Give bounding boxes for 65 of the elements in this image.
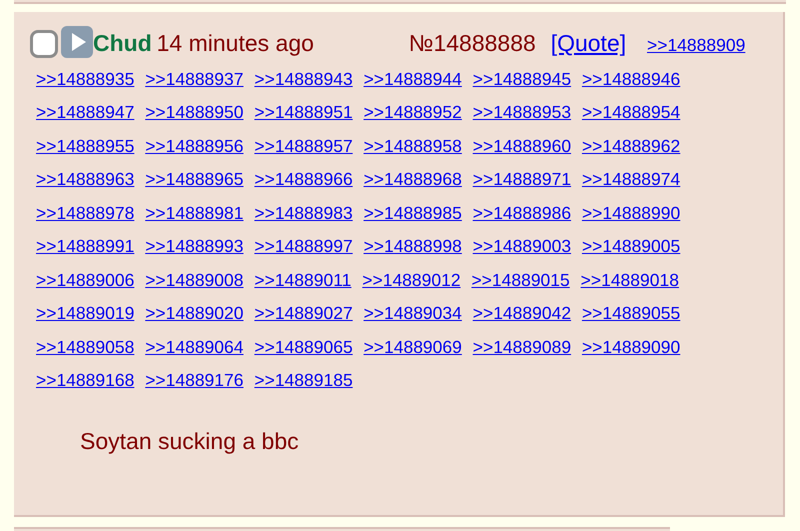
- reply-link[interactable]: >>14888991: [36, 236, 134, 256]
- reply-link[interactable]: >>14889064: [145, 336, 244, 356]
- reply-link[interactable]: >>14888960: [472, 136, 572, 156]
- reply-link[interactable]: >>14889089: [472, 336, 572, 356]
- reply-link[interactable]: >>14889168: [36, 370, 134, 390]
- reply-link[interactable]: >>14889058: [36, 336, 134, 356]
- reply-link[interactable]: >>14888981: [145, 202, 244, 222]
- post-message: Soytan sucking a bbc: [80, 428, 300, 454]
- reply-link[interactable]: >>14888993: [145, 236, 244, 256]
- reply-link[interactable]: >>14888952: [364, 102, 462, 122]
- play-icon[interactable]: [61, 26, 93, 58]
- reply-link[interactable]: >>14888943: [254, 68, 353, 88]
- poster-name: Chud: [93, 30, 152, 56]
- reply-link[interactable]: >>14888955: [36, 136, 134, 156]
- reply-link[interactable]: >>14888974: [582, 169, 680, 189]
- reply-link[interactable]: >>14888956: [145, 136, 244, 156]
- reply-link[interactable]: >>14888978: [36, 202, 134, 222]
- reply-link[interactable]: >>14889185: [254, 370, 353, 390]
- reply-link[interactable]: >>14889012: [362, 270, 461, 290]
- reply-link[interactable]: >>14888971: [472, 169, 572, 189]
- reply-link[interactable]: >>14888958: [364, 136, 462, 156]
- reply-link[interactable]: >>14888957: [254, 136, 353, 156]
- post-number: №14888888: [408, 30, 536, 56]
- checkbox[interactable]: [30, 30, 58, 58]
- reply-link[interactable]: >>14888951: [254, 102, 353, 122]
- reply-link[interactable]: >>14888990: [582, 202, 680, 222]
- reply-link[interactable]: >>14888998: [364, 236, 462, 256]
- reply-link[interactable]: >>14888962: [582, 136, 680, 156]
- reply-link[interactable]: >>14889042: [472, 303, 572, 323]
- post-time: 14 minutes ago: [156, 30, 314, 56]
- reply-link[interactable]: >>14889011: [254, 270, 352, 290]
- reply-link[interactable]: >>14889176: [145, 370, 244, 390]
- reply-link[interactable]: >>14888909: [647, 35, 746, 55]
- reply-link[interactable]: >>14889006: [36, 270, 134, 290]
- reply-link[interactable]: >>14888950: [145, 102, 244, 122]
- reply-link[interactable]: >>14888965: [145, 169, 244, 189]
- reply-link[interactable]: >>14888946: [582, 68, 680, 88]
- reply-link[interactable]: >>14889008: [145, 270, 244, 290]
- reply-link[interactable]: >>14888953: [472, 102, 572, 122]
- reply-link[interactable]: >>14889003: [472, 236, 572, 256]
- reply-link[interactable]: >>14889027: [254, 303, 353, 323]
- reply-link[interactable]: >>14889018: [580, 270, 679, 290]
- reply-link[interactable]: >>14889055: [582, 303, 680, 323]
- reply-link[interactable]: >>14888963: [36, 169, 134, 189]
- reply-link[interactable]: >>14888944: [364, 68, 462, 88]
- reply-link[interactable]: >>14889069: [364, 336, 462, 356]
- reply-link[interactable]: >>14889090: [582, 336, 680, 356]
- reply-link[interactable]: >>14888968: [364, 169, 462, 189]
- reply-link[interactable]: >>14889034: [364, 303, 462, 323]
- reply-link[interactable]: >>14888937: [145, 68, 244, 88]
- reply-link[interactable]: >>14888954: [582, 102, 680, 122]
- reply-link[interactable]: >>14888986: [472, 202, 572, 222]
- reply-link[interactable]: >>14889065: [254, 336, 353, 356]
- reply-link[interactable]: >>14888985: [364, 202, 462, 222]
- reply-link[interactable]: >>14888966: [254, 169, 353, 189]
- reply-link[interactable]: >>14889020: [145, 303, 244, 323]
- reply-link[interactable]: >>14889019: [36, 303, 134, 323]
- reply-link[interactable]: >>14888983: [254, 202, 353, 222]
- reply-link[interactable]: >>14888945: [472, 68, 572, 88]
- reply-link[interactable]: >>14889005: [582, 236, 680, 256]
- reply-link[interactable]: >>14889015: [471, 270, 570, 290]
- reply-link[interactable]: >>14888947: [36, 102, 134, 122]
- reply-link[interactable]: >>14888935: [36, 68, 134, 88]
- reply-link[interactable]: >>14888997: [254, 236, 353, 256]
- quote-link[interactable]: [Quote]: [550, 30, 626, 56]
